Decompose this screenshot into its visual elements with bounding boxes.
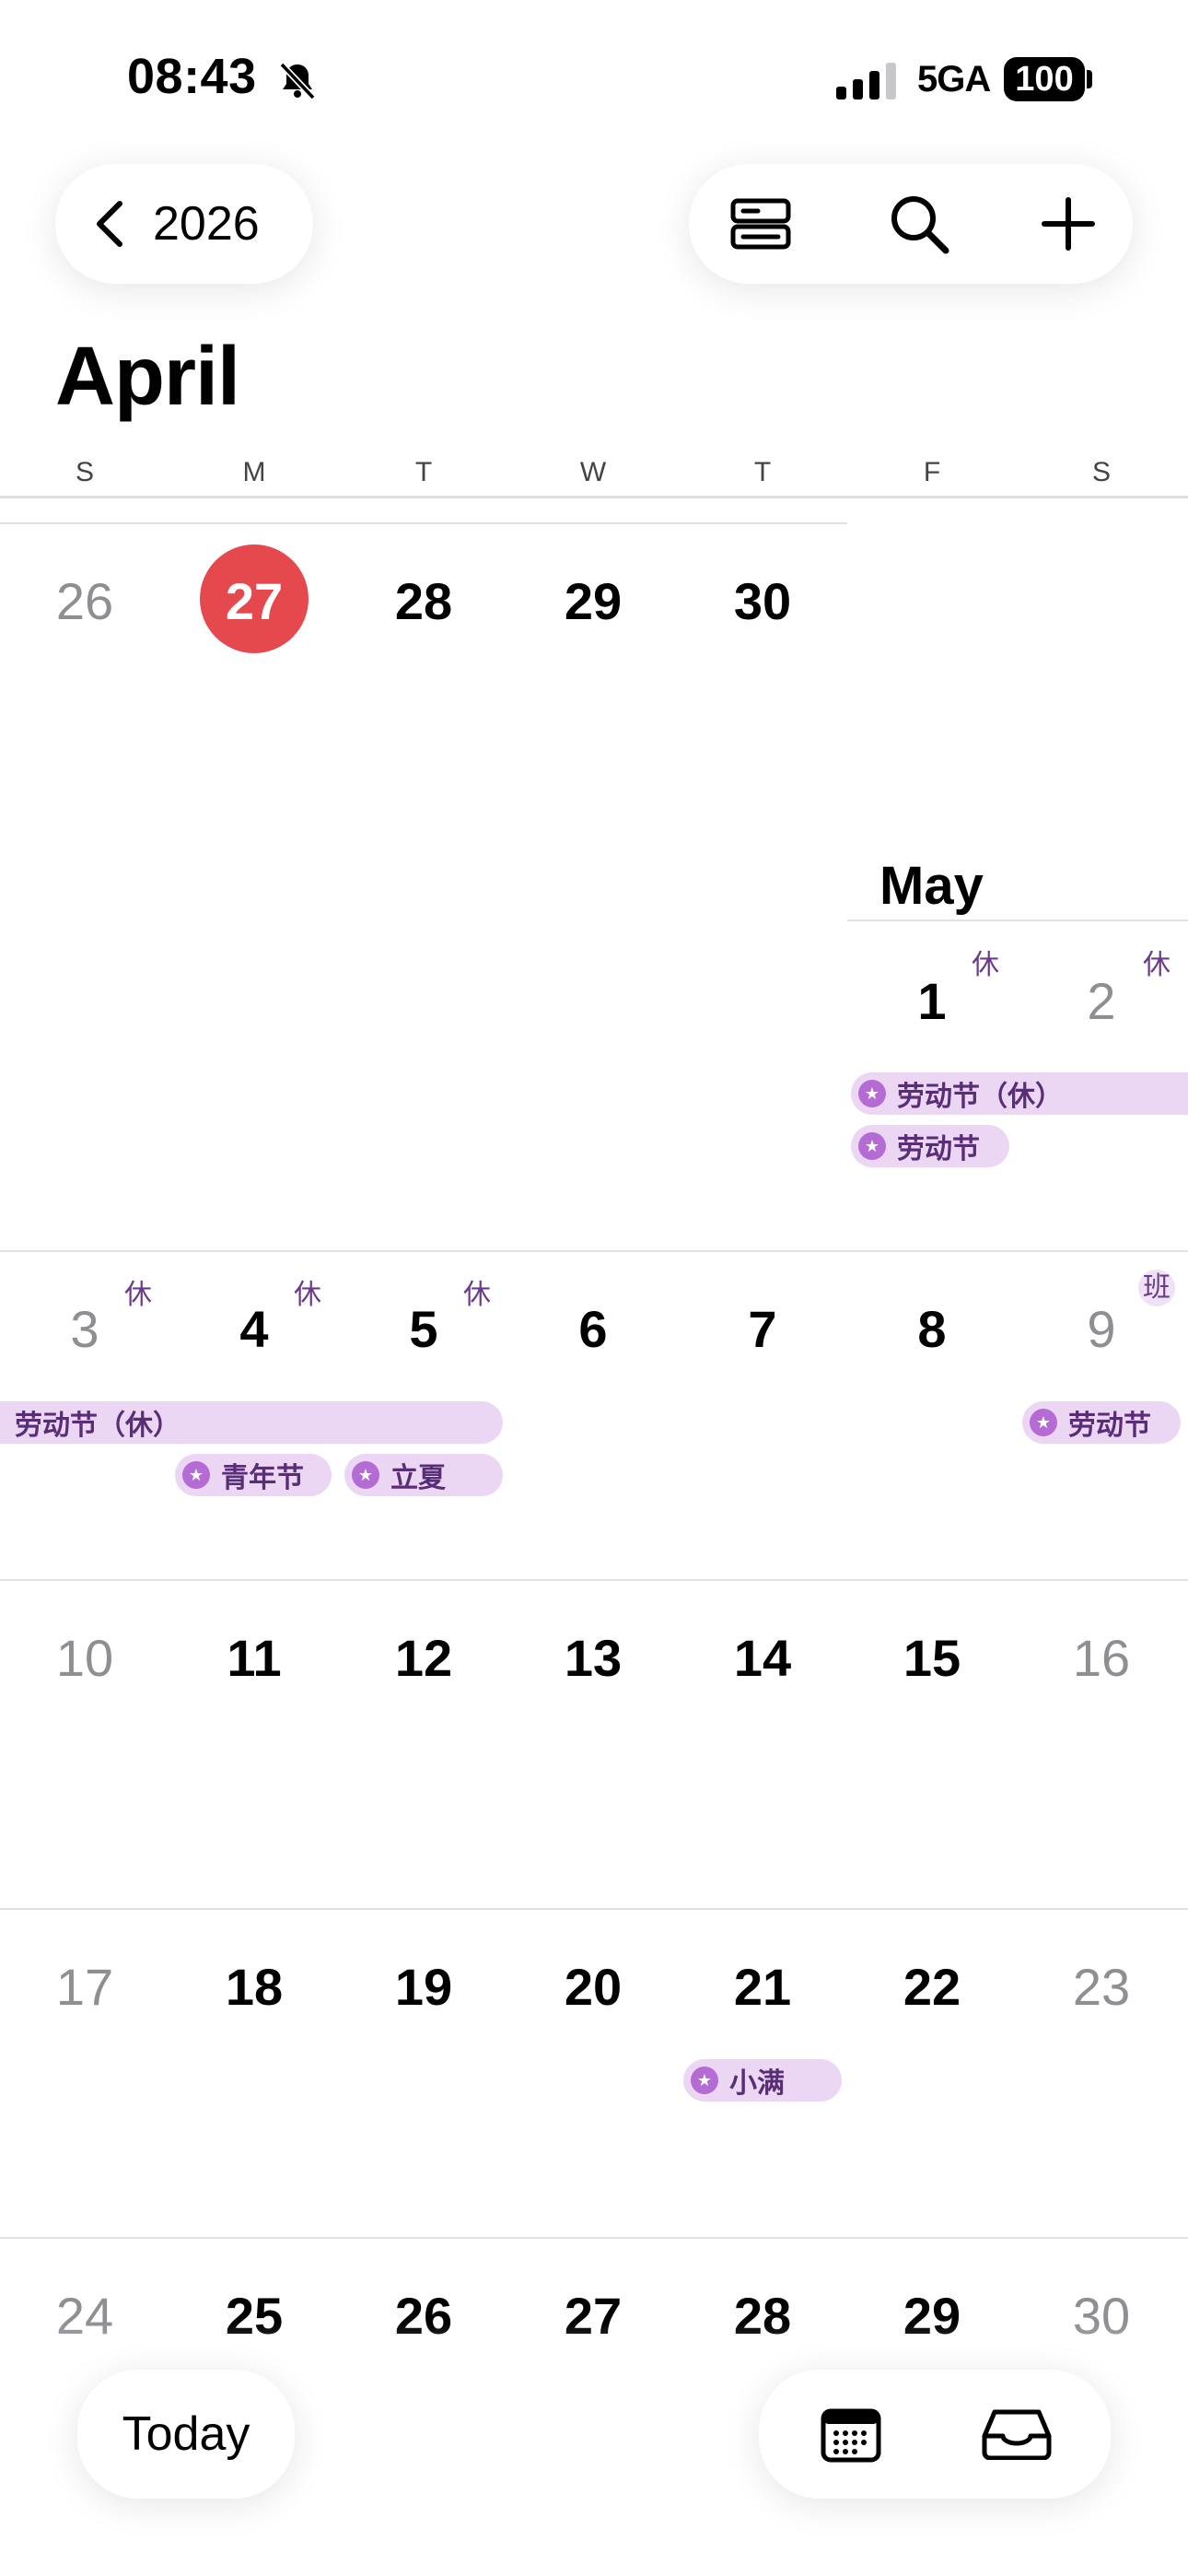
rest-day-marker: 休 (124, 1280, 152, 1310)
network-label: 5GA (917, 59, 991, 100)
month-title-may: May (879, 856, 984, 916)
list-view-icon (730, 198, 791, 250)
week-divider (0, 2237, 1188, 2239)
event-youth-day[interactable]: ★ 青年节 (175, 1454, 332, 1496)
search-button[interactable] (864, 164, 974, 284)
status-time: 08:43 (127, 49, 257, 104)
inbox-icon (982, 2409, 1052, 2460)
day-cell[interactable]: 14 (678, 1628, 847, 1688)
work-day-marker: 班 (1138, 1270, 1175, 1306)
star-icon: ★ (858, 1132, 886, 1160)
event-lixia[interactable]: ★ 立夏 (344, 1454, 503, 1496)
weekday-mon: M (242, 457, 266, 487)
day-cell[interactable]: 16 (1017, 1628, 1186, 1688)
calendars-button[interactable] (796, 2374, 906, 2494)
battery-indicator: 100 (1004, 57, 1085, 101)
event-labor-day-rest-cont[interactable]: 劳动节（休） (0, 1401, 503, 1444)
today-button[interactable]: Today (77, 2370, 295, 2499)
star-icon: ★ (352, 1461, 379, 1489)
day-cell[interactable]: 23 (1017, 1957, 1186, 2017)
bottom-toolbar (759, 2370, 1111, 2499)
week-divider (0, 1579, 1188, 1581)
week-divider (0, 1908, 1188, 1910)
week-divider (0, 522, 847, 524)
day-cell[interactable]: 21 (678, 1957, 847, 2017)
signal-icon (836, 63, 896, 100)
rest-day-marker: 休 (463, 1280, 491, 1310)
day-cell[interactable]: 22 (847, 1957, 1017, 2017)
day-cell[interactable]: 19 (339, 1957, 508, 2017)
week-divider (0, 1250, 1188, 1252)
event-xiaoman[interactable]: ★ 小满 (683, 2059, 842, 2102)
rest-day-marker: 休 (972, 950, 999, 980)
back-to-year-button[interactable]: 2026 (55, 164, 313, 284)
weekday-sat: S (1091, 457, 1111, 487)
chevron-left-icon (97, 201, 122, 247)
bell-slash-icon (279, 62, 316, 100)
weekday-fri: F (923, 457, 941, 487)
weekday-divider (0, 496, 1188, 498)
day-cell[interactable]: 9 (1017, 1299, 1186, 1359)
event-labor-day-workday[interactable]: ★ 劳动节 (1022, 1401, 1181, 1444)
day-cell[interactable]: 7 (678, 1299, 847, 1359)
weekday-thu: T (753, 457, 772, 487)
day-cell[interactable]: 15 (847, 1628, 1017, 1688)
view-toggle-button[interactable] (705, 164, 816, 284)
weekday-wed: W (579, 457, 607, 487)
day-cell[interactable]: 26 (0, 571, 169, 631)
rest-day-marker: 休 (1143, 950, 1171, 980)
day-cell[interactable]: 8 (847, 1299, 1017, 1359)
event-labor-day-rest[interactable]: ★ 劳动节（休） (851, 1072, 1188, 1115)
month-divider (847, 919, 1188, 921)
add-event-button[interactable] (1013, 164, 1124, 284)
battery-nub (1087, 70, 1092, 88)
day-cell[interactable]: 6 (508, 1299, 678, 1359)
year-label: 2026 (153, 197, 260, 251)
search-icon (891, 196, 949, 254)
day-cell[interactable]: 13 (508, 1628, 678, 1688)
star-icon: ★ (1030, 1409, 1057, 1436)
star-icon: ★ (691, 2067, 718, 2094)
day-cell[interactable]: 10 (0, 1628, 169, 1688)
month-title: April (55, 331, 240, 423)
plus-icon (1042, 197, 1095, 251)
event-labor-day[interactable]: ★ 劳动节 (851, 1125, 1009, 1167)
day-cell[interactable]: 29 (508, 571, 678, 631)
weekday-tue: T (414, 457, 433, 487)
rest-day-marker: 休 (294, 1280, 321, 1310)
day-cell[interactable]: 18 (169, 1957, 339, 2017)
day-cell[interactable]: 20 (508, 1957, 678, 2017)
calendar-icon (821, 2408, 881, 2463)
star-icon: ★ (182, 1461, 210, 1489)
day-cell[interactable]: 17 (0, 1957, 169, 2017)
day-cell[interactable]: 28 (339, 571, 508, 631)
day-cell-today[interactable]: 27 (169, 571, 339, 631)
star-icon: ★ (858, 1080, 886, 1107)
inbox-button[interactable] (961, 2374, 1072, 2494)
toolbar-group (689, 164, 1133, 284)
day-cell[interactable]: 30 (678, 571, 847, 631)
day-cell[interactable]: 12 (339, 1628, 508, 1688)
day-cell[interactable]: 11 (169, 1628, 339, 1688)
weekday-sun: S (75, 457, 94, 487)
